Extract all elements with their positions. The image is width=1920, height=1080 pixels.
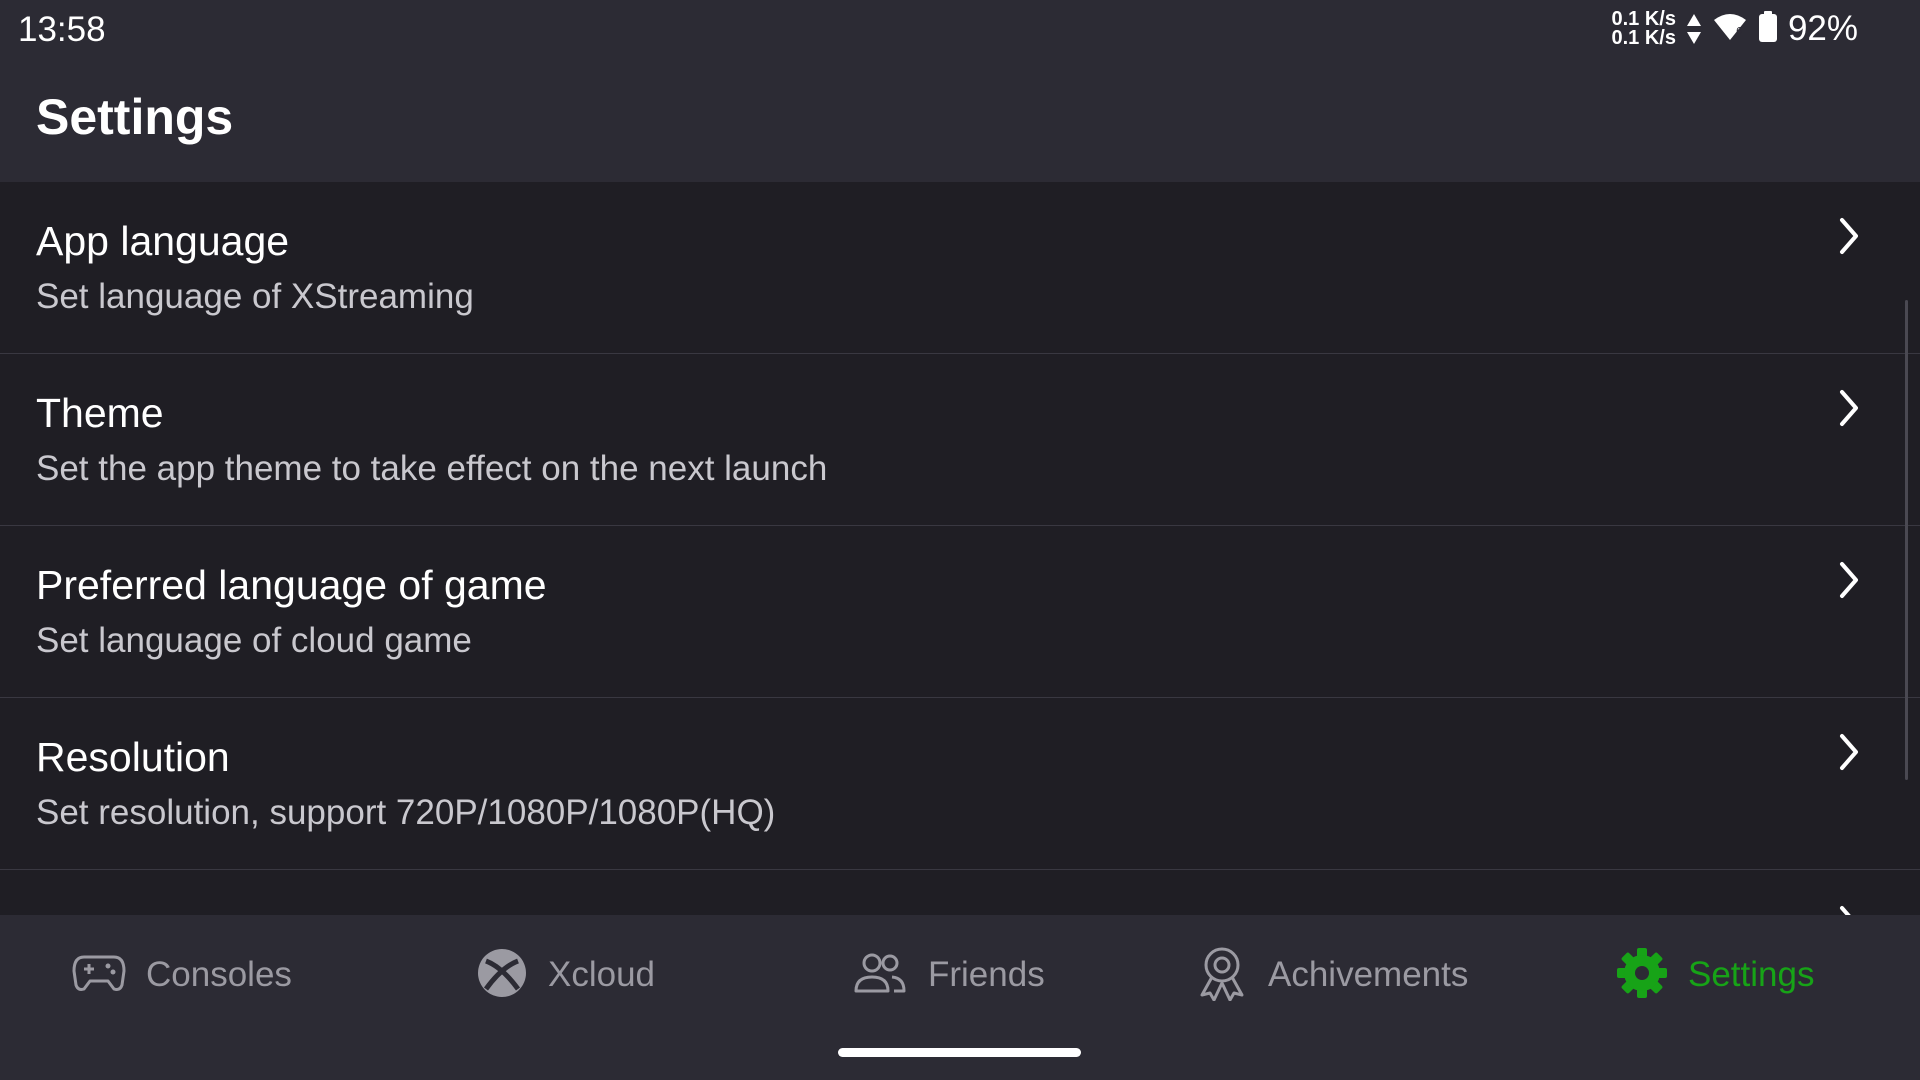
app-root: 13:58 0.1 K/s 0.1 K/s 6 92% Settings App… <box>0 0 1920 1080</box>
svg-text:6: 6 <box>1736 26 1742 37</box>
xbox-icon <box>476 947 528 1004</box>
chevron-right-icon <box>1840 906 1851 915</box>
nav-item-xcloud[interactable]: Xcloud <box>476 943 655 1007</box>
nav-label: Consoles <box>146 955 292 994</box>
gear-icon <box>1616 947 1668 1004</box>
settings-item-subtitle: Set the app theme to take effect on the … <box>36 449 828 488</box>
chevron-right-icon <box>1840 390 1858 426</box>
settings-list[interactable]: App language Set language of XStreaming … <box>0 182 1920 915</box>
nav-item-settings[interactable]: Settings <box>1616 943 1814 1007</box>
settings-item-title: Theme <box>36 390 164 436</box>
award-icon <box>1196 945 1248 1006</box>
status-bar: 13:58 0.1 K/s 0.1 K/s 6 92% <box>0 0 1920 56</box>
settings-item-app-language[interactable]: App language Set language of XStreaming <box>0 182 1920 354</box>
nav-label: Settings <box>1688 955 1815 994</box>
settings-item-subtitle: Set language of cloud game <box>36 621 472 660</box>
settings-item-theme[interactable]: Theme Set the app theme to take effect o… <box>0 354 1920 526</box>
nav-item-achievements[interactable]: Achivements <box>1196 943 1468 1007</box>
top-app-bar: Settings <box>0 56 1920 182</box>
wifi-icon: 6 <box>1712 12 1748 47</box>
battery-icon <box>1758 10 1778 48</box>
nav-label: Xcloud <box>548 955 656 994</box>
scrollbar[interactable] <box>1905 300 1908 780</box>
nav-label: Achivements <box>1268 955 1469 994</box>
chevron-right-icon <box>1840 218 1858 254</box>
bottom-navigation: Consoles Xcloud Friends Achivements Sett… <box>0 915 1920 1080</box>
settings-item-title: Preferred language of game <box>36 562 547 608</box>
network-speed: 0.1 K/s 0.1 K/s <box>1611 9 1676 49</box>
nav-label: Friends <box>928 955 1045 994</box>
settings-item-subtitle: Set language of XStreaming <box>36 277 474 316</box>
chevron-right-icon <box>1840 562 1858 598</box>
settings-item-title: App language <box>36 218 290 264</box>
people-icon <box>852 951 908 1000</box>
download-speed: 0.1 K/s <box>1611 27 1676 49</box>
settings-item-title: Resolution <box>36 734 230 780</box>
settings-item-preferred-game-language[interactable]: Preferred language of game Set language … <box>0 526 1920 698</box>
battery-percent: 92% <box>1787 9 1858 48</box>
status-clock: 13:58 <box>18 10 106 49</box>
gamepad-icon <box>72 951 126 1000</box>
status-indicators: 0.1 K/s 0.1 K/s 6 92% <box>1611 6 1858 52</box>
page-title: Settings <box>36 89 234 145</box>
network-arrows-icon <box>1686 12 1702 46</box>
settings-item-partial[interactable] <box>0 870 1920 915</box>
nav-item-consoles[interactable]: Consoles <box>72 943 292 1007</box>
chevron-right-icon <box>1840 734 1858 770</box>
settings-item-resolution[interactable]: Resolution Set resolution, support 720P/… <box>0 698 1920 870</box>
settings-item-subtitle: Set resolution, support 720P/1080P/1080P… <box>36 793 776 832</box>
home-indicator[interactable] <box>838 1048 1081 1057</box>
nav-item-friends[interactable]: Friends <box>852 943 1045 1007</box>
